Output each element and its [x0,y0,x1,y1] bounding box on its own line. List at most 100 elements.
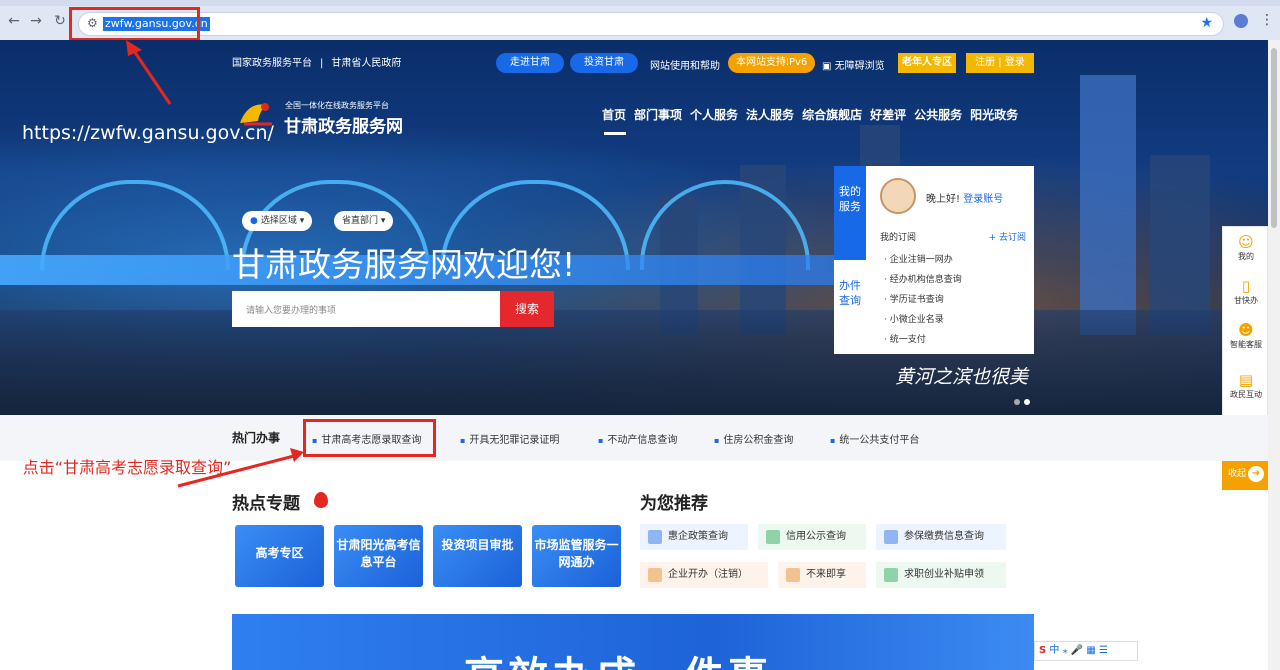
recommend-item[interactable]: 求职创业补贴申领 [876,562,1006,588]
recommend-item[interactable]: 不来即享 [778,562,866,588]
login-account-link[interactable]: 登录账号 [963,194,1003,205]
link-national-platform[interactable]: 国家政务服务平台 [232,58,312,69]
subscription-item[interactable]: · 经办机构信息查询 [884,272,962,285]
float-item-interaction[interactable]: ▤ 政民互动 [1223,371,1269,400]
subscription-item[interactable]: · 学历证书查询 [884,292,944,305]
river-caption: 黄河之滨也很美 [895,366,1029,388]
nav-home[interactable]: 首页 [602,106,626,123]
carousel-dot-active[interactable] [1024,399,1030,405]
banner-text: 高效办成一件事 [464,644,772,670]
float-item-label: 甘快办 [1234,296,1258,305]
visit-gansu-button[interactable]: 走进甘肃 [496,53,564,73]
hot-item-real-estate[interactable]: 不动产信息查询 [598,431,677,446]
top-links: 国家政务服务平台 | 甘肃省人民政府 [232,54,401,69]
department-select-label: 省直部门 [342,216,379,226]
link-provincial-government[interactable]: 甘肃省人民政府 [331,58,401,69]
tab-strip [0,0,1280,6]
back-icon[interactable]: ← [6,13,22,29]
robot-icon: ☻ [1238,321,1254,339]
user-icon: ☺ [1238,233,1254,251]
recommend-item-label: 不来即享 [806,569,846,580]
subscription-item-label: 统一支付 [889,335,926,345]
subscription-item-label: 经办机构信息查询 [889,275,962,285]
nav-corporate[interactable]: 法人服务 [746,106,794,123]
url-annotation: https://zwfw.gansu.gov.cn/ [22,122,274,144]
profile-avatar[interactable] [1234,14,1248,28]
ipv6-badge: 本网站支持IPv6 [728,53,816,73]
float-item-label: 我的 [1238,252,1254,261]
register-login-button[interactable]: 注册 | 登录 [966,53,1034,73]
nav-personal[interactable]: 个人服务 [690,106,738,123]
logo-subtitle: 全国一体化在线政务服务平台 [285,101,389,110]
hot-item-housing-fund[interactable]: 住房公积金查询 [714,431,793,446]
recommend-title: 为您推荐 [640,494,708,514]
credit-icon [766,530,780,544]
phone-icon: ▯ [1241,277,1251,295]
tab-my-service[interactable]: 我的服务 [834,166,866,260]
ime-logo-icon: S [1039,645,1047,656]
avatar [880,178,916,214]
topic-card-market-supervision[interactable]: 市场监管服务一网通办 [532,525,621,587]
help-link[interactable]: 网站使用和帮助 [650,57,720,72]
float-item-label: 政民互动 [1230,390,1262,399]
topic-card-sunshine-gaokao[interactable]: 甘肃阳光高考信息平台 [334,525,423,587]
forward-icon[interactable]: → [28,13,44,29]
address-bar[interactable]: ⚙ zwfw.gansu.gov.cn ★ [78,12,1224,36]
search-button[interactable]: 搜索 [500,291,554,327]
accessibility-link[interactable]: ▣ 无障碍浏览 [822,57,885,72]
nav-flagship[interactable]: 综合旗舰店 [802,106,862,123]
recommend-item-label: 求职创业补贴申领 [904,569,984,580]
recommend-item[interactable]: 参保缴费信息查询 [876,524,1006,550]
float-item-assistant[interactable]: ☻ 智能客服 [1223,321,1269,350]
department-select[interactable]: 省直部门 ▾ [334,211,394,231]
subscription-item[interactable]: · 统一支付 [884,332,926,345]
bottom-banner[interactable]: 高效办成一件事 [232,614,1034,670]
subscription-header: 我的订阅 + 去订阅 [880,230,1026,243]
instant-service-icon [786,568,800,582]
topic-card-gaokao[interactable]: 高考专区 [235,525,324,587]
tab-case-query[interactable]: 办件查询 [834,260,866,354]
nav-public-service[interactable]: 公共服务 [914,106,962,123]
search-input[interactable]: 请输入您要办理的事项 [232,291,500,327]
recommend-item[interactable]: 企业开办（注销） [640,562,768,588]
subscription-item[interactable]: · 小微企业名录 [884,312,944,325]
city-building [1080,75,1136,335]
ime-toolbar[interactable]: S 中 ⁎ 🎤 ▦ ☰ [1034,641,1138,661]
invest-gansu-button[interactable]: 投资甘肃 [570,53,638,73]
hot-item-no-criminal-record[interactable]: 开具无犯罪记录证明 [460,431,559,446]
collapse-button[interactable]: 收起 ➜ [1222,458,1268,490]
scrollbar-thumb[interactable] [1271,48,1277,228]
accessibility-label: 无障碍浏览 [834,61,885,72]
region-select-label: 选择区域 [260,216,297,226]
hero-carousel-dots[interactable] [1014,390,1034,409]
nav-active-indicator [604,132,626,135]
location-pin-icon: ● [250,216,258,226]
region-select[interactable]: ● 选择区域 ▾ [242,211,313,231]
nav-review[interactable]: 好差评 [870,106,906,123]
browser-menu-icon[interactable]: ⋮ [1260,12,1274,28]
recommend-item[interactable]: 信用公示查询 [758,524,866,550]
topic-card-investment-approval[interactable]: 投资项目审批 [433,525,522,587]
policy-icon [648,530,662,544]
subscription-label: 我的订阅 [880,233,917,243]
welcome-heading: 甘肃政务服务网欢迎您! [232,245,576,284]
hot-item-payment-platform[interactable]: 统一公共支付平台 [830,431,919,446]
elder-zone-button[interactable]: 老年人专区 [898,53,956,73]
insurance-icon [884,530,898,544]
click-hint-annotation: 点击“甘肃高考志愿录取查询” [22,458,232,477]
float-item-label: 智能客服 [1230,340,1262,349]
river-water [0,310,1268,415]
reload-icon[interactable]: ↻ [52,13,68,29]
url-highlight-box [69,7,200,41]
logo-title[interactable]: 甘肃政务服务网 [284,112,403,137]
float-item-app[interactable]: ▯ 甘快办 [1223,277,1269,306]
float-item-my[interactable]: ☺ 我的 [1223,233,1269,262]
bookmark-star-icon[interactable]: ★ [1200,15,1213,31]
nav-department[interactable]: 部门事项 [634,106,682,123]
nav-sunshine[interactable]: 阳光政务 [970,106,1018,123]
subscription-item[interactable]: · 企业注销一网办 [884,252,953,265]
carousel-dot[interactable] [1014,399,1020,405]
subscribe-link[interactable]: + 去订阅 [989,230,1026,243]
subscription-item-label: 小微企业名录 [889,315,944,325]
recommend-item[interactable]: 惠企政策查询 [640,524,748,550]
